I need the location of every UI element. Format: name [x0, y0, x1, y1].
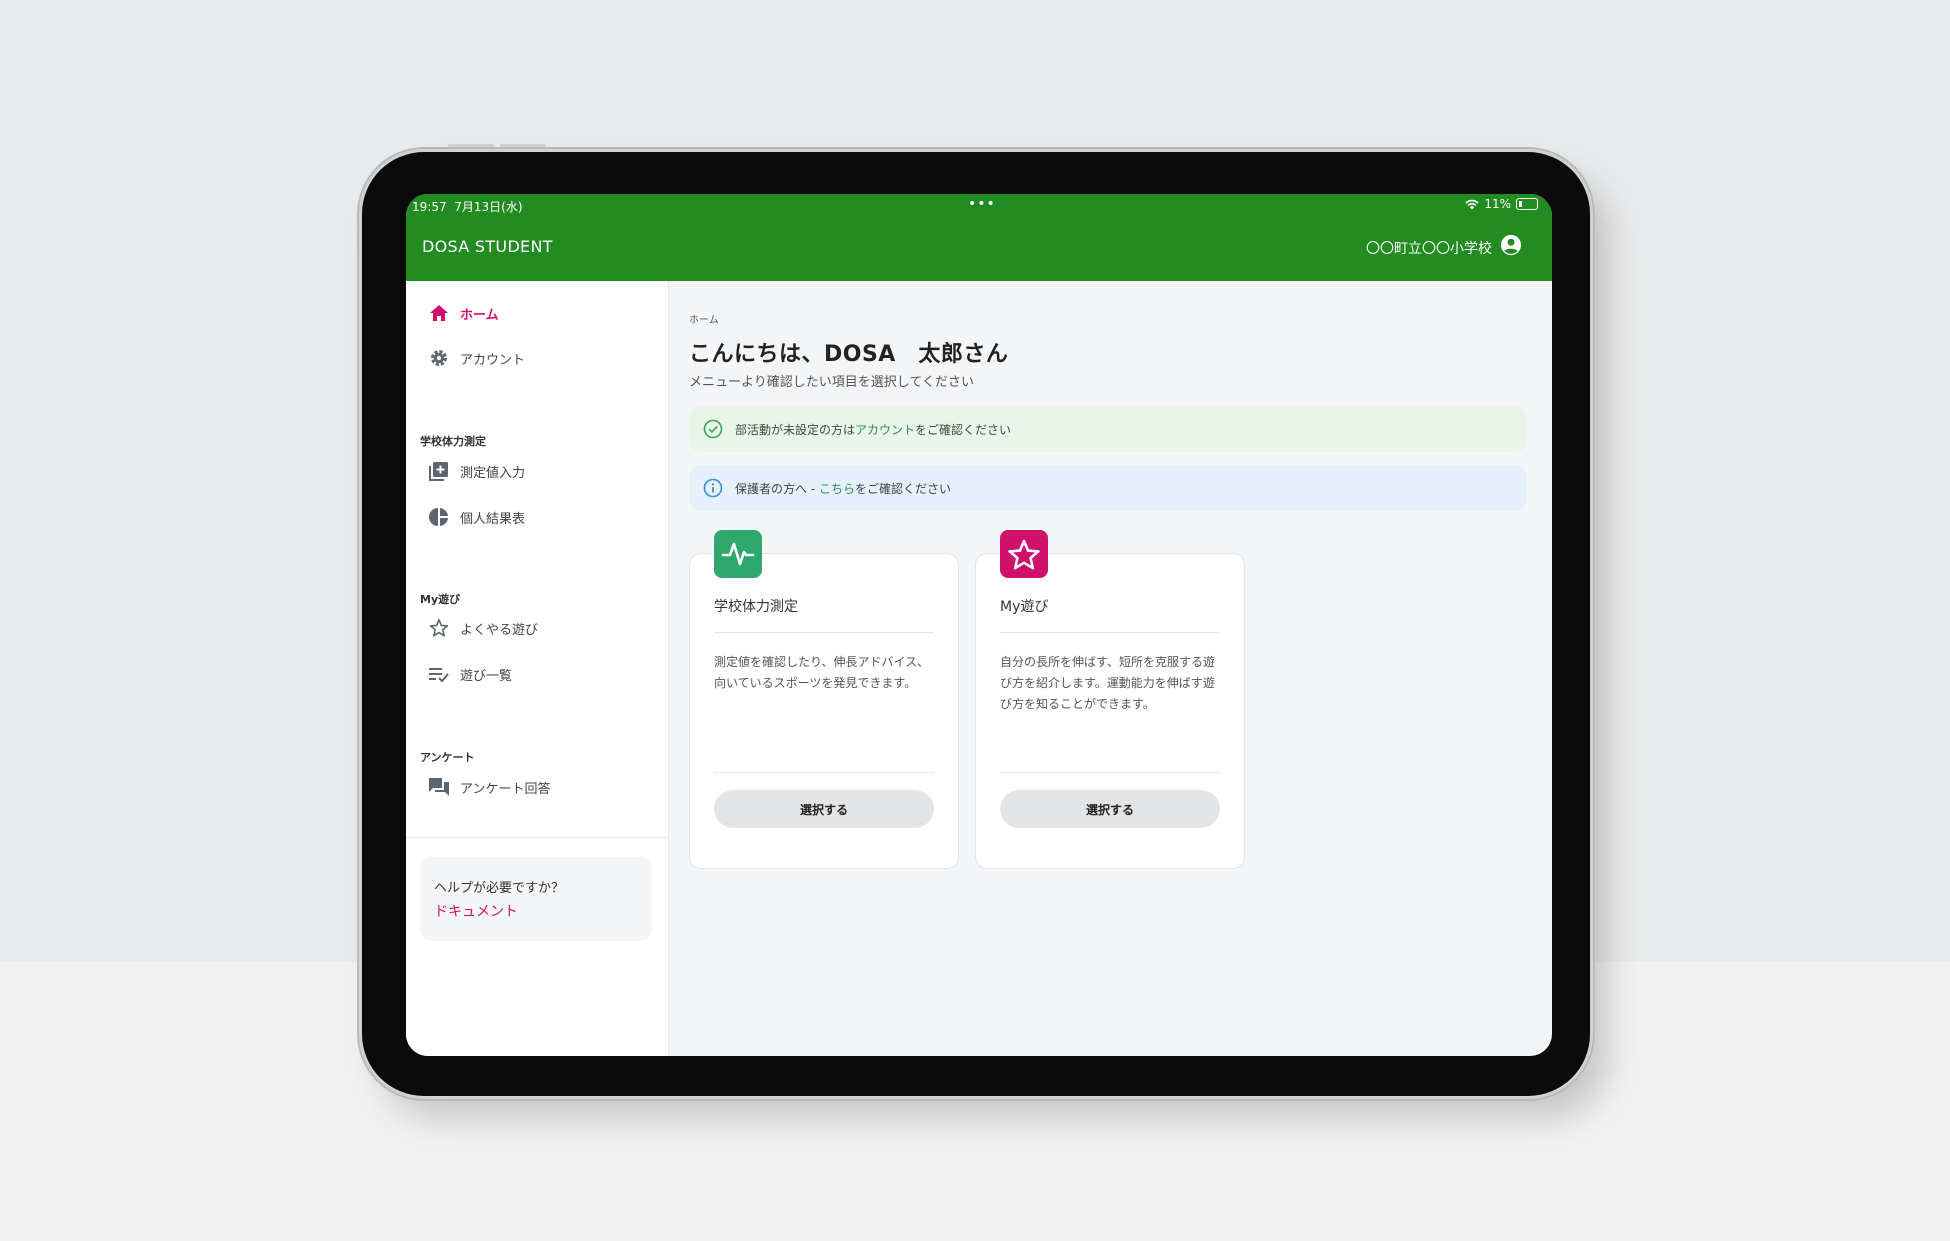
- school-name: 〇〇町立〇〇小学校: [1366, 241, 1492, 257]
- star-outline-icon: [428, 617, 450, 639]
- app-brand[interactable]: DOSA STUDENT: [422, 237, 553, 256]
- club-alert: 部活動が未設定の方はアカウントをご確認ください: [689, 406, 1527, 452]
- sidebar-item-survey-answer[interactable]: アンケート回答: [428, 775, 550, 799]
- card-description: 自分の長所を伸ばす、短所を克服する遊び方を紹介します。運動能力を伸ばす遊び方を知…: [1000, 655, 1216, 711]
- account-circle-icon[interactable]: [1500, 234, 1522, 256]
- tablet-screen: 19:57 7月13日(水) ••• 11% DOSA STUDENT 〇〇町立…: [406, 194, 1552, 1056]
- alert-text: 保護者の方へ -: [735, 481, 819, 496]
- section-label-play: My遊び: [420, 593, 461, 606]
- alert-text: 部活動が未設定の方は: [735, 422, 856, 437]
- sidebar-item-label: 測定値入力: [460, 465, 526, 481]
- documentation-link[interactable]: ドキュメント: [434, 901, 518, 921]
- sidebar-divider: [406, 837, 668, 838]
- battery-icon: [1516, 198, 1538, 210]
- tablet-device: 19:57 7月13日(水) ••• 11% DOSA STUDENT 〇〇町立…: [362, 152, 1590, 1096]
- check-circle-icon: [703, 419, 723, 439]
- page-subtitle: メニューより確認したい項目を選択してください: [689, 375, 974, 390]
- info-icon: [703, 478, 723, 498]
- card-title: 学校体力測定: [714, 599, 798, 615]
- wifi-icon: [1465, 199, 1479, 209]
- select-button-my-play[interactable]: 選択する: [1000, 790, 1220, 828]
- sidebar-item-label: 遊び一覧: [460, 668, 513, 684]
- sidebar-item-home[interactable]: ホーム: [428, 301, 499, 325]
- sidebar-item-personal-results[interactable]: 個人結果表: [428, 505, 525, 529]
- sidebar-item-label: よくやる遊び: [460, 622, 539, 638]
- card-divider: [1000, 632, 1220, 633]
- status-bar: 19:57 7月13日(水) ••• 11%: [406, 194, 1552, 218]
- status-date: 7月13日(水): [454, 200, 523, 214]
- sidebar-item-favorite-play[interactable]: よくやる遊び: [428, 616, 538, 640]
- section-label-fitness: 学校体力測定: [420, 435, 486, 448]
- tablet-volume-button: [500, 144, 546, 148]
- card-description: 測定値を確認したり、伸長アドバイス、向いているスポーツを発見できます。: [714, 655, 930, 690]
- card-badge: [1000, 530, 1048, 578]
- battery-percent: 11%: [1484, 197, 1511, 211]
- card-divider: [1000, 772, 1220, 773]
- activity-icon: [721, 542, 755, 566]
- sidebar-item-label: ホーム: [460, 307, 499, 323]
- sidebar-item-label: アンケート回答: [460, 781, 551, 797]
- star-icon: [1008, 539, 1040, 570]
- gear-icon: [428, 347, 450, 369]
- breadcrumb[interactable]: ホーム: [689, 311, 719, 326]
- guardian-link[interactable]: こちら: [819, 482, 855, 496]
- sidebar-item-measure-input[interactable]: 測定値入力: [428, 459, 525, 483]
- alert-text: をご確認ください: [854, 481, 951, 496]
- fitness-card[interactable]: 学校体力測定 測定値を確認したり、伸長アドバイス、向いているスポーツを発見できま…: [689, 530, 959, 869]
- status-time: 19:57: [412, 200, 447, 214]
- sidebar-item-label: アカウント: [460, 352, 526, 368]
- forum-icon: [428, 776, 450, 798]
- alert-text: をご確認ください: [915, 422, 1012, 437]
- my-play-card[interactable]: My遊び 自分の長所を伸ばす、短所を克服する遊び方を紹介します。運動能力を伸ばす…: [975, 530, 1245, 869]
- sidebar-item-account[interactable]: アカウント: [428, 346, 525, 370]
- home-icon: [428, 302, 450, 324]
- main-content: ホーム こんにちは、DOSA 太郎さん メニューより確認したい項目を選択してくだ…: [669, 281, 1552, 1056]
- app-bar: 19:57 7月13日(水) ••• 11% DOSA STUDENT 〇〇町立…: [406, 194, 1552, 281]
- card-divider: [714, 772, 934, 773]
- card-badge: [714, 530, 762, 578]
- sidebar-item-label: 個人結果表: [460, 511, 526, 527]
- pie-chart-icon: [428, 506, 450, 528]
- section-label-survey: アンケート: [420, 751, 475, 764]
- sidebar: ホーム アカウント 学校体力測定 測定値入力 個人結果表 My遊び よくやる遊び: [406, 281, 669, 1056]
- account-link[interactable]: アカウント: [855, 423, 915, 437]
- select-button-fitness[interactable]: 選択する: [714, 790, 934, 828]
- guardian-alert: 保護者の方へ - こちらをご確認ください: [689, 465, 1527, 511]
- add-box-icon: [428, 460, 450, 482]
- card-title: My遊び: [1000, 599, 1049, 615]
- checklist-icon: [428, 663, 450, 685]
- help-question: ヘルプが必要ですか？: [434, 881, 565, 896]
- multitask-dots[interactable]: •••: [968, 196, 996, 212]
- page-title: こんにちは、DOSA 太郎さん: [689, 342, 1009, 367]
- tablet-volume-button: [448, 144, 494, 148]
- card-divider: [714, 632, 934, 633]
- sidebar-item-play-list[interactable]: 遊び一覧: [428, 662, 512, 686]
- help-box: ヘルプが必要ですか？ ドキュメント: [420, 857, 652, 941]
